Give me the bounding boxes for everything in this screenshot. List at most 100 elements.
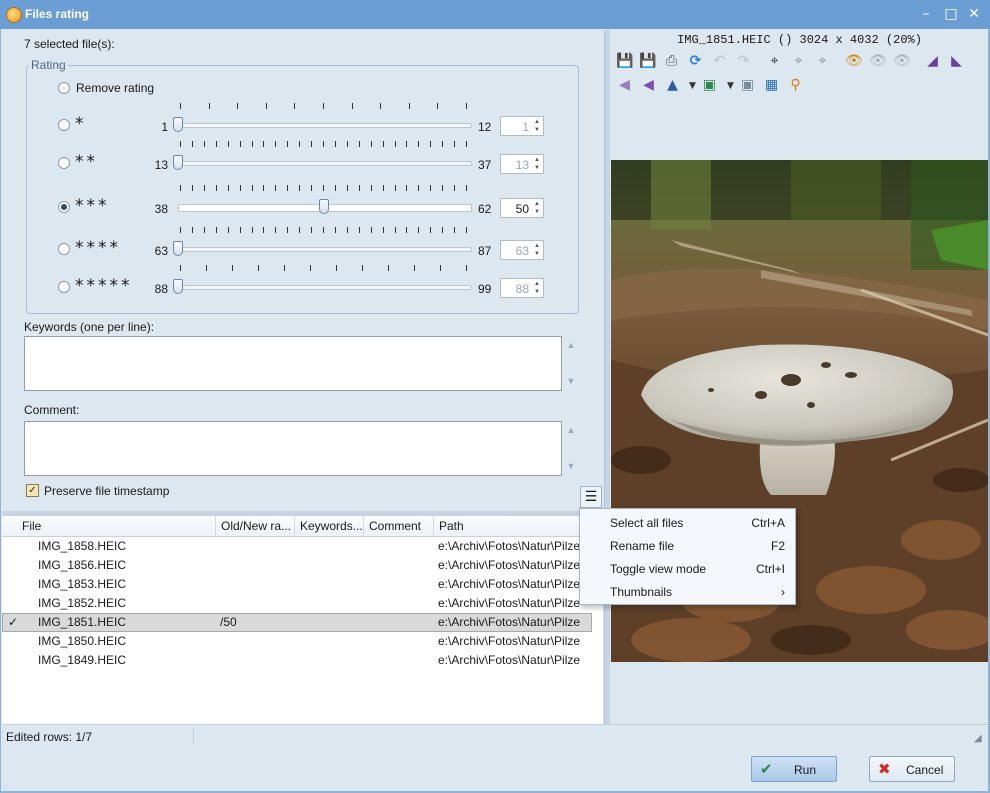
app-icon: [6, 7, 22, 23]
redo-icon[interactable]: ↷: [735, 53, 752, 70]
refresh-icon[interactable]: ⟳: [687, 53, 704, 70]
spin-up-icon[interactable]: ▲: [533, 157, 541, 164]
window-title: Files rating: [25, 7, 90, 21]
spin-up-icon[interactable]: ▲: [533, 119, 541, 126]
mirror-icon[interactable]: ◀: [616, 77, 633, 94]
crop-remove-icon[interactable]: ⌖: [814, 53, 831, 70]
menu-item-label: Thumbnails: [610, 585, 673, 599]
crop-icon[interactable]: ⌖: [766, 53, 783, 70]
print-icon[interactable]: ⎙: [663, 53, 680, 70]
keywords-input[interactable]: [24, 336, 562, 391]
spin-up-icon[interactable]: ▲: [533, 201, 541, 208]
spin-up-icon[interactable]: ▲: [533, 281, 541, 288]
title-bar: Files rating – □ ✕: [0, 0, 990, 29]
zoom-icon[interactable]: ⚲: [787, 77, 804, 94]
menu-item[interactable]: Select all files Ctrl+A: [580, 512, 795, 534]
grid-icon[interactable]: ▦: [763, 77, 780, 94]
run-button[interactable]: ✔ Run: [751, 756, 837, 782]
rating-radio-1[interactable]: [58, 119, 70, 131]
table-row[interactable]: IMG_1858.HEIC e:\Archiv\Fotos\Natur\Pilze: [2, 537, 592, 556]
rating-value-spinner[interactable]: 13 ▲ ▼: [500, 154, 544, 174]
rating-value-spinner[interactable]: 88 ▲ ▼: [500, 278, 544, 298]
crop-auto-icon[interactable]: ⌖: [790, 53, 807, 70]
preview-caption: IMG_1851.HEIC () 3024 x 4032 (20%): [677, 33, 922, 47]
minimize-icon[interactable]: –: [918, 6, 934, 22]
rating-min-label: 38: [154, 202, 168, 216]
remove-rating-label: Remove rating: [76, 81, 155, 95]
rating-slider-thumb[interactable]: [319, 199, 329, 214]
rating-slider-thumb[interactable]: [173, 155, 183, 170]
eye-settings-icon[interactable]: 👁: [893, 53, 911, 70]
rating-slider-track[interactable]: [178, 123, 472, 128]
slider-tick: [251, 185, 253, 191]
slider-tick: [215, 227, 217, 233]
rating-radio-3[interactable]: [58, 201, 70, 213]
slider-tick: [334, 227, 336, 233]
save-as-icon[interactable]: 💾: [639, 53, 656, 70]
remove-rating-radio[interactable]: [58, 82, 70, 94]
spin-down-icon[interactable]: ▼: [533, 127, 541, 134]
close-icon[interactable]: ✕: [966, 6, 982, 22]
menu-item-shortcut: ›: [781, 585, 785, 599]
scroll-down-icon[interactable]: ▼: [564, 374, 578, 388]
column-header-path[interactable]: Path: [434, 516, 594, 536]
spin-down-icon[interactable]: ▼: [533, 165, 541, 172]
spin-down-icon[interactable]: ▼: [533, 289, 541, 296]
table-row[interactable]: IMG_1850.HEIC e:\Archiv\Fotos\Natur\Pilze: [2, 632, 592, 651]
table-row[interactable]: IMG_1849.HEIC e:\Archiv\Fotos\Natur\Pilze: [2, 651, 592, 670]
flip-horizontal-icon[interactable]: ◢: [924, 53, 941, 70]
comment-input[interactable]: [24, 421, 562, 476]
rating-value-spinner[interactable]: 63 ▲ ▼: [500, 240, 544, 260]
slider-tick: [418, 185, 420, 191]
rating-radio-5[interactable]: [58, 281, 70, 293]
dropdown-arrow-icon[interactable]: ▼: [684, 78, 701, 95]
slider-tick: [382, 141, 384, 147]
list-menu-button[interactable]: ☰: [580, 486, 602, 508]
table-row[interactable]: IMG_1852.HEIC e:\Archiv\Fotos\Natur\Pilze: [2, 594, 592, 613]
column-header-comment[interactable]: Comment: [364, 516, 434, 536]
column-header-rating[interactable]: Old/New ra...: [216, 516, 295, 536]
rating-slider-track[interactable]: [178, 285, 472, 290]
resize-grip-icon[interactable]: ◢: [974, 733, 982, 744]
preserve-timestamp-checkbox[interactable]: ✓: [26, 484, 39, 497]
rating-value-spinner[interactable]: 1 ▲ ▼: [500, 116, 544, 136]
menu-item[interactable]: Rename file F2: [580, 535, 795, 557]
rotate-right-icon[interactable]: ▲: [664, 77, 681, 94]
table-row[interactable]: IMG_1856.HEIC e:\Archiv\Fotos\Natur\Pilze: [2, 556, 592, 575]
column-header-file[interactable]: File: [17, 516, 216, 536]
slider-tick: [180, 227, 181, 233]
image-gray-icon[interactable]: ▣: [739, 77, 756, 94]
column-header-keywords[interactable]: Keywords...: [295, 516, 364, 536]
flip-vertical-icon[interactable]: ◣: [948, 53, 965, 70]
scroll-down-icon[interactable]: ▼: [564, 459, 578, 473]
rating-slider-thumb[interactable]: [173, 241, 183, 256]
scroll-up-icon[interactable]: ▲: [564, 338, 578, 352]
menu-item[interactable]: Toggle view mode Ctrl+I: [580, 558, 795, 580]
spin-down-icon[interactable]: ▼: [533, 251, 541, 258]
image-icon[interactable]: ▣: [701, 77, 718, 94]
slider-tick: [311, 141, 313, 147]
spin-down-icon[interactable]: ▼: [533, 209, 541, 216]
spin-up-icon[interactable]: ▲: [533, 243, 541, 250]
scroll-up-icon[interactable]: ▲: [564, 423, 578, 437]
rating-slider-track[interactable]: [178, 247, 472, 252]
table-row[interactable]: IMG_1853.HEIC e:\Archiv\Fotos\Natur\Pilze: [2, 575, 592, 594]
rating-radio-2[interactable]: [58, 157, 70, 169]
dropdown-arrow-icon[interactable]: ▼: [722, 78, 739, 95]
slider-tick: [227, 141, 229, 147]
rating-slider-thumb[interactable]: [173, 279, 183, 294]
table-row[interactable]: ✓ IMG_1851.HEIC/50 e:\Archiv\Fotos\Natur\P…: [2, 613, 592, 632]
menu-item[interactable]: Thumbnails ›: [580, 581, 795, 603]
rotate-left-icon[interactable]: ◀: [640, 77, 657, 94]
undo-icon[interactable]: ↶: [711, 53, 728, 70]
cancel-button[interactable]: ✖ Cancel: [869, 756, 955, 782]
save-icon[interactable]: 💾: [616, 53, 633, 70]
rating-slider-thumb[interactable]: [173, 117, 183, 132]
rating-slider-track[interactable]: [178, 161, 472, 166]
maximize-icon[interactable]: □: [943, 6, 959, 22]
rating-value-spinner[interactable]: 50 ▲ ▼: [500, 198, 544, 218]
eye-hide-icon[interactable]: 👁: [869, 53, 887, 70]
eye-icon[interactable]: 👁: [845, 53, 863, 70]
rating-stars-label: **: [75, 152, 98, 172]
rating-radio-4[interactable]: [58, 243, 70, 255]
